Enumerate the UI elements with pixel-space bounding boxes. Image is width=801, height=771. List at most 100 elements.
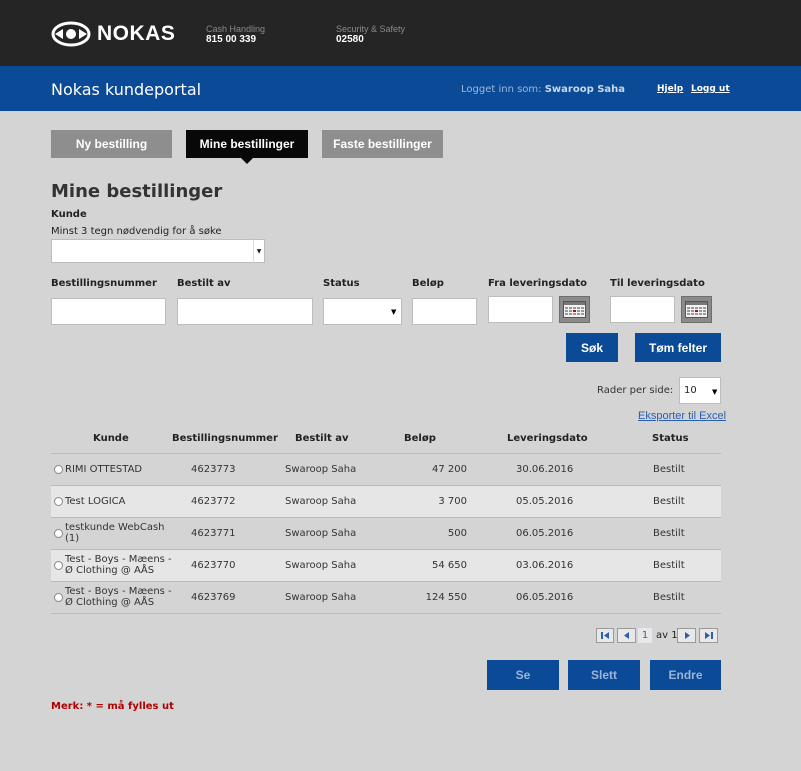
from-date-calendar-icon[interactable] [559, 296, 590, 323]
row-select-radio[interactable] [54, 593, 63, 602]
table-row[interactable]: Test - Boys - Mæens - Ø Clothing @ AÅS 4… [51, 549, 721, 581]
contact-value: 02580 [336, 34, 364, 45]
row-select-radio[interactable] [54, 561, 63, 570]
table-row[interactable]: testkunde WebCash (1) 4623771 Swaroop Sa… [51, 517, 721, 549]
to-date-label: Til leveringsdato [610, 278, 705, 289]
cell-status: Bestilt [653, 592, 685, 603]
contact-cash-handling: Cash Handling 815 00 339 [206, 24, 265, 46]
previous-page-button[interactable] [617, 628, 636, 643]
chevron-down-icon: ▼ [256, 247, 262, 255]
cell-amount: 54 650 [432, 560, 467, 571]
row-select-radio[interactable] [54, 465, 63, 474]
cell-status: Bestilt [653, 560, 685, 571]
chevron-down-icon: ▼ [391, 308, 397, 316]
logout-link[interactable]: Logg ut [691, 84, 730, 94]
previous-page-icon [623, 632, 629, 639]
table-row[interactable]: Test LOGICA 4623772 Swaroop Saha 3 700 0… [51, 485, 721, 517]
row-select-radio[interactable] [54, 529, 63, 538]
column-header-order-number[interactable]: Bestillingsnummer [172, 433, 278, 444]
cell-status: Bestilt [653, 528, 685, 539]
to-date-calendar-icon[interactable] [681, 296, 712, 323]
kunde-hint: Minst 3 tegn nødvendig for å søke [51, 226, 222, 237]
cell-amount: 500 [447, 528, 467, 539]
cell-delivery-date: 06.05.2016 [516, 528, 574, 539]
page-count: av 1 [656, 630, 678, 641]
row-select-radio[interactable] [54, 497, 63, 506]
cell-ordered-by: Swaroop Saha [285, 592, 357, 603]
kunde-label: Kunde [51, 209, 87, 220]
current-page: 1 [638, 628, 652, 643]
cell-kunde: Test - Boys - Mæens - Ø Clothing @ AÅS [65, 554, 172, 576]
brand-name: NOKAS [97, 22, 176, 45]
cell-status: Bestilt [653, 496, 685, 507]
required-fields-note: Merk: * = må fylles ut [51, 701, 174, 712]
rows-per-page-value: 10 [684, 385, 697, 396]
ordered-by-label: Bestilt av [177, 278, 231, 289]
column-header-amount[interactable]: Beløp [404, 433, 436, 444]
cell-order-number: 4623769 [191, 592, 236, 603]
view-button[interactable]: Se [487, 660, 559, 690]
table-row[interactable]: Test - Boys - Mæens - Ø Clothing @ AÅS 4… [51, 581, 721, 613]
kunde-search-input[interactable] [51, 239, 254, 263]
cell-kunde: Test - Boys - Mæens - Ø Clothing @ AÅS [65, 586, 172, 608]
clear-fields-button[interactable]: Tøm felter [635, 333, 721, 362]
from-date-input[interactable] [488, 296, 553, 323]
contact-label: Security & Safety [336, 24, 406, 34]
search-button[interactable]: Søk [566, 333, 618, 362]
nokas-logo-icon [51, 21, 91, 47]
logged-in-info: Logget inn som: Swaroop Saha [461, 84, 625, 95]
cell-delivery-date: 06.05.2016 [516, 592, 574, 603]
first-page-icon [601, 632, 609, 639]
status-label: Status [323, 278, 360, 289]
order-number-input[interactable] [51, 298, 166, 325]
rows-per-page-label: Rader per side: [597, 385, 674, 396]
cell-ordered-by: Swaroop Saha [285, 528, 357, 539]
column-header-ordered-by[interactable]: Bestilt av [295, 433, 349, 444]
cell-delivery-date: 30.06.2016 [516, 464, 574, 475]
cell-order-number: 4623770 [191, 560, 236, 571]
cell-ordered-by: Swaroop Saha [285, 496, 357, 507]
contact-label: Cash Handling [206, 24, 266, 34]
cell-ordered-by: Swaroop Saha [285, 560, 357, 571]
next-page-icon [684, 632, 690, 639]
export-excel-link[interactable]: Eksporter til Excel [638, 410, 726, 422]
tab-new-order[interactable]: Ny bestilling [51, 130, 172, 158]
column-header-kunde[interactable]: Kunde [93, 433, 129, 444]
cell-kunde: testkunde WebCash (1) [65, 522, 165, 544]
cell-amount: 47 200 [432, 464, 467, 475]
table-bottom-divider [51, 613, 721, 614]
first-page-button[interactable] [596, 628, 614, 643]
rows-per-page-select[interactable]: 10 ▼ [679, 377, 721, 404]
cell-amount: 3 700 [438, 496, 467, 507]
amount-label: Beløp [412, 278, 444, 289]
table-row[interactable]: RIMI OTTESTAD 4623773 Swaroop Saha 47 20… [51, 453, 721, 485]
user-name: Swaroop Saha [544, 84, 626, 95]
kunde-dropdown-button[interactable]: ▼ [253, 239, 265, 263]
help-link[interactable]: Hjelp [657, 84, 683, 94]
next-page-button[interactable] [677, 628, 696, 643]
contact-security: Security & Safety 02580 [336, 24, 405, 46]
last-page-button[interactable] [699, 628, 718, 643]
last-page-icon [704, 632, 713, 639]
column-header-delivery-date[interactable]: Leveringsdato [507, 433, 588, 444]
logged-in-label: Logget inn som: [461, 84, 542, 95]
cell-status: Bestilt [653, 464, 685, 475]
to-date-input[interactable] [610, 296, 675, 323]
delete-button[interactable]: Slett [568, 660, 640, 690]
ordered-by-input[interactable] [177, 298, 313, 325]
cell-order-number: 4623771 [191, 528, 236, 539]
column-header-status[interactable]: Status [652, 433, 689, 444]
from-date-label: Fra leveringsdato [488, 278, 588, 289]
amount-input[interactable] [412, 298, 477, 325]
cell-delivery-date: 03.06.2016 [516, 560, 574, 571]
tab-my-orders[interactable]: Mine bestillinger [186, 130, 308, 164]
status-select[interactable]: ▼ [323, 298, 402, 325]
contact-value: 815 00 339 [206, 34, 257, 45]
page-title: Mine bestillinger [51, 181, 223, 202]
edit-button[interactable]: Endre [650, 660, 721, 690]
cell-kunde: Test LOGICA [65, 496, 126, 507]
nokas-logo: NOKAS [51, 21, 175, 47]
chevron-down-icon: ▼ [712, 388, 718, 396]
tab-standing-orders[interactable]: Faste bestillinger [322, 130, 443, 158]
portal-title: Nokas kundeportal [51, 80, 202, 99]
